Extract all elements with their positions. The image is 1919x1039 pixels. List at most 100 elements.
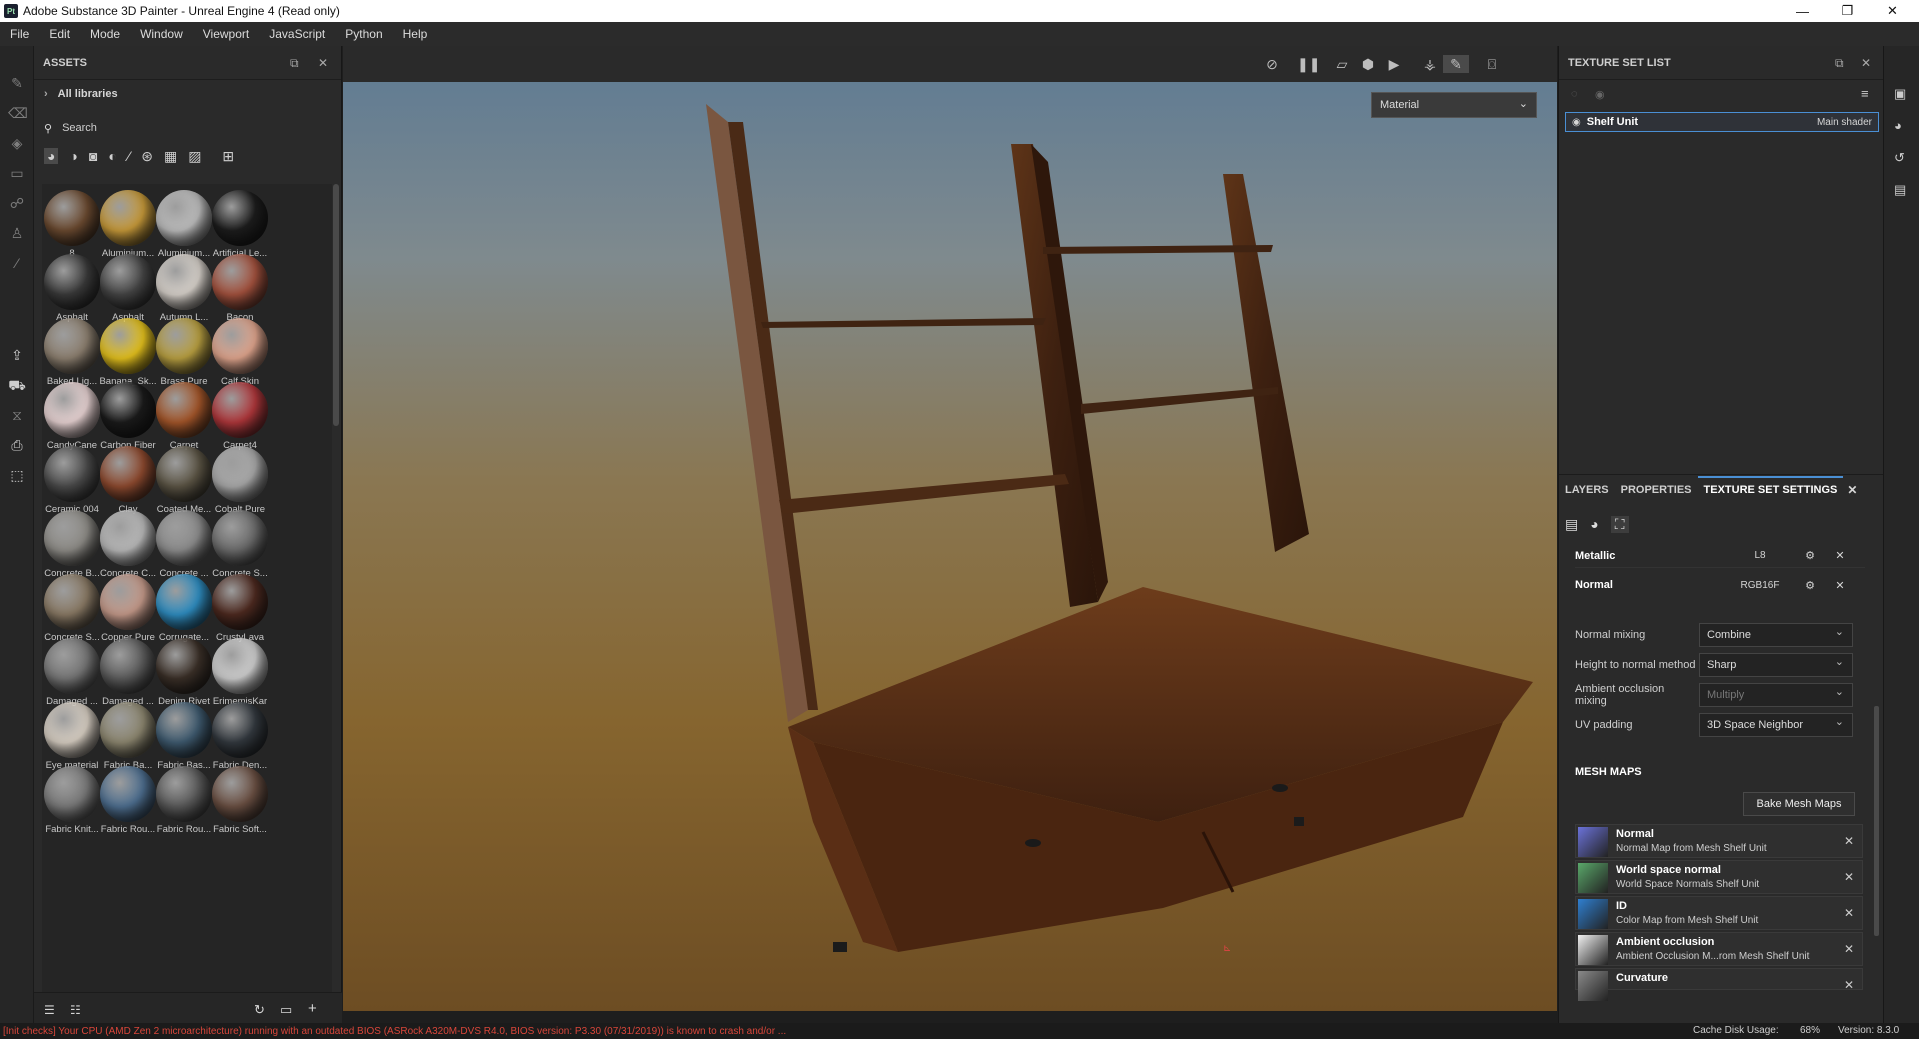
mask-filter-icon[interactable]: ◙ [89,148,97,164]
menu-javascript[interactable]: JavaScript [259,27,335,41]
close-tab-icon[interactable]: ✕ [1847,483,1857,497]
menu-window[interactable]: Window [130,27,193,41]
mesh-map-name: Normal [1616,828,1654,840]
view-2d-icon[interactable]: ▱ [1333,55,1351,73]
mesh-icon[interactable]: ⬚ [8,466,26,484]
remove-icon[interactable]: ✕ [1825,579,1855,592]
folder-icon[interactable]: ▭ [280,1002,292,1018]
remove-icon[interactable]: ✕ [1825,549,1855,562]
tab-layers[interactable]: LAYERS [1559,484,1615,496]
channels-icon[interactable]: ▤ [1565,516,1578,533]
pause-icon[interactable]: ❚❚ [1297,55,1320,73]
channel-format[interactable]: L8 [1725,550,1795,561]
paint-mode-icon[interactable]: ✎ [1443,55,1469,73]
material-preview-icon [100,510,156,566]
search-input[interactable]: Search [62,122,97,134]
tab-texture-set-settings[interactable]: TEXTURE SET SETTINGS [1697,475,1844,504]
refresh-icon[interactable]: ↻ [254,1002,265,1018]
view-3d-icon[interactable]: ⬢ [1359,55,1377,73]
brush-filter-icon[interactable]: ⁄ [128,148,130,164]
setting-row: Normal mixing Combine [1575,622,1865,648]
menu-viewport[interactable]: Viewport [193,27,259,41]
smart-material-filter-icon[interactable]: ◑ [69,148,77,164]
menu-python[interactable]: Python [335,27,392,41]
gear-icon[interactable]: ⚙ [1795,549,1825,562]
menu-edit[interactable]: Edit [39,27,80,41]
normal-mixing-select[interactable]: Combine [1699,623,1853,647]
texture-filter-icon[interactable]: ▦ [164,148,177,165]
menu-file[interactable]: File [0,27,39,41]
bake-mesh-maps-button[interactable]: Bake Mesh Maps [1743,792,1855,816]
mesh-map-row[interactable]: Normal Normal Map from Mesh Shelf Unit ✕ [1575,824,1863,858]
remove-map-icon[interactable]: ✕ [1844,834,1854,848]
close-panel-icon[interactable]: ✕ [1861,56,1871,70]
uv-icon[interactable]: ⎙ [8,436,26,454]
paint-brush-icon[interactable]: ✎ [8,74,26,92]
remove-map-icon[interactable]: ✕ [1844,942,1854,956]
mesh-map-row[interactable]: World space normal World Space Normals Sh… [1575,860,1863,894]
eraser-icon[interactable]: ⌫ [8,104,28,122]
asset-search[interactable]: ⚲ Search [44,118,334,138]
channel-format[interactable]: RGB16F [1725,580,1795,591]
tab-properties[interactable]: PROPERTIES [1615,484,1698,496]
measure-icon[interactable]: ⧖ [8,406,26,424]
bake-icon[interactable]: ⛟ [8,376,26,394]
filter-icon[interactable]: ◐ [108,148,116,164]
remove-map-icon[interactable]: ✕ [1844,906,1854,920]
remove-map-icon[interactable]: ✕ [1844,870,1854,884]
mesh-map-thumbnail [1578,899,1608,929]
smudge-icon[interactable]: ☍ [8,194,26,212]
menu-icon[interactable]: ≡ [1861,86,1869,101]
add-icon[interactable]: + [308,1000,317,1017]
minimize-button[interactable]: — [1780,0,1825,22]
mesh-map-name: World space normal [1616,864,1721,876]
mesh-map-row[interactable]: Curvature ✕ [1575,968,1863,1001]
filter-list-icon[interactable]: ☷ [70,1003,81,1017]
geometry-mask-icon[interactable]: ▭ [8,164,26,182]
export-icon[interactable]: ⇪ [8,346,26,364]
mesh-map-row[interactable]: Ambient occlusion Ambient Occlusion M...r… [1575,932,1863,966]
visibility-off-icon[interactable]: ◌ [1571,88,1578,100]
log-icon[interactable]: ▤ [1894,182,1906,198]
close-window-button[interactable]: ✕ [1870,0,1915,22]
properties-scrollbar[interactable] [1874,706,1879,936]
gear-icon[interactable]: ⚙ [1795,579,1825,592]
undock-icon[interactable]: ⧉ [290,56,299,71]
hide-icon[interactable]: ⊘ [1263,55,1281,73]
symmetry-icon[interactable]: ⚶ [1421,55,1439,73]
grid-view-icon[interactable]: ⊞ [222,148,234,165]
status-error-message[interactable]: [Init checks] Your CPU (AMD Zen 2 microa… [0,1026,786,1037]
undock-icon[interactable]: ⧉ [1835,56,1844,71]
shader-settings-icon[interactable]: ◕ [1894,118,1902,133]
library-selector[interactable]: › All libraries [44,88,118,100]
assets-panel: ASSETS ⧉ ✕ › All libraries ⚲ Search ◕ ◑ … [34,46,342,1026]
height-to-normal-select[interactable]: Sharp [1699,653,1853,677]
assets-scrollbar[interactable] [333,184,339,426]
remove-map-icon[interactable]: ✕ [1844,978,1854,992]
list-view-icon[interactable]: ☰ [44,1003,55,1017]
color-picker-icon[interactable]: ⁄ [8,254,26,272]
close-panel-icon[interactable]: ✕ [318,56,328,70]
visibility-icon[interactable]: ◉ [1595,88,1605,101]
menu-mode[interactable]: Mode [80,27,130,41]
history-icon[interactable]: ↺ [1894,150,1905,166]
material-filter-icon[interactable]: ◕ [44,148,59,164]
menu-help[interactable]: Help [393,27,438,41]
shader-icon[interactable]: ◕ [1590,516,1598,533]
particle-filter-icon[interactable]: ⊛ [141,148,153,165]
environment-filter-icon[interactable]: ▨ [188,148,201,165]
screenshot-icon[interactable]: ⌼ [1483,55,1501,73]
asset-item[interactable]: Fabric Soft... [206,762,274,840]
3d-viewport[interactable]: ⊘ ❚❚ ▱ ⬢ ▶ ⚶ ✎ ⌼ Material ⌄ ⊾ [343,46,1557,1011]
mesh-maps-icon[interactable]: ⛶ [1610,516,1629,533]
projection-icon[interactable]: ◈ [8,134,26,152]
clone-stamp-icon[interactable]: ♙ [8,224,26,242]
shader-name[interactable]: Main shader [1817,117,1872,128]
camera-icon[interactable]: ▶ [1385,55,1403,73]
display-settings-icon[interactable]: ▣ [1894,86,1906,102]
texture-set-row[interactable]: ◉ Shelf Unit Main shader [1565,112,1879,132]
maximize-button[interactable]: ❐ [1825,0,1870,22]
eye-icon[interactable]: ◉ [1572,117,1581,128]
uv-padding-select[interactable]: 3D Space Neighbor [1699,713,1853,737]
mesh-map-row[interactable]: ID Color Map from Mesh Shelf Unit ✕ [1575,896,1863,930]
